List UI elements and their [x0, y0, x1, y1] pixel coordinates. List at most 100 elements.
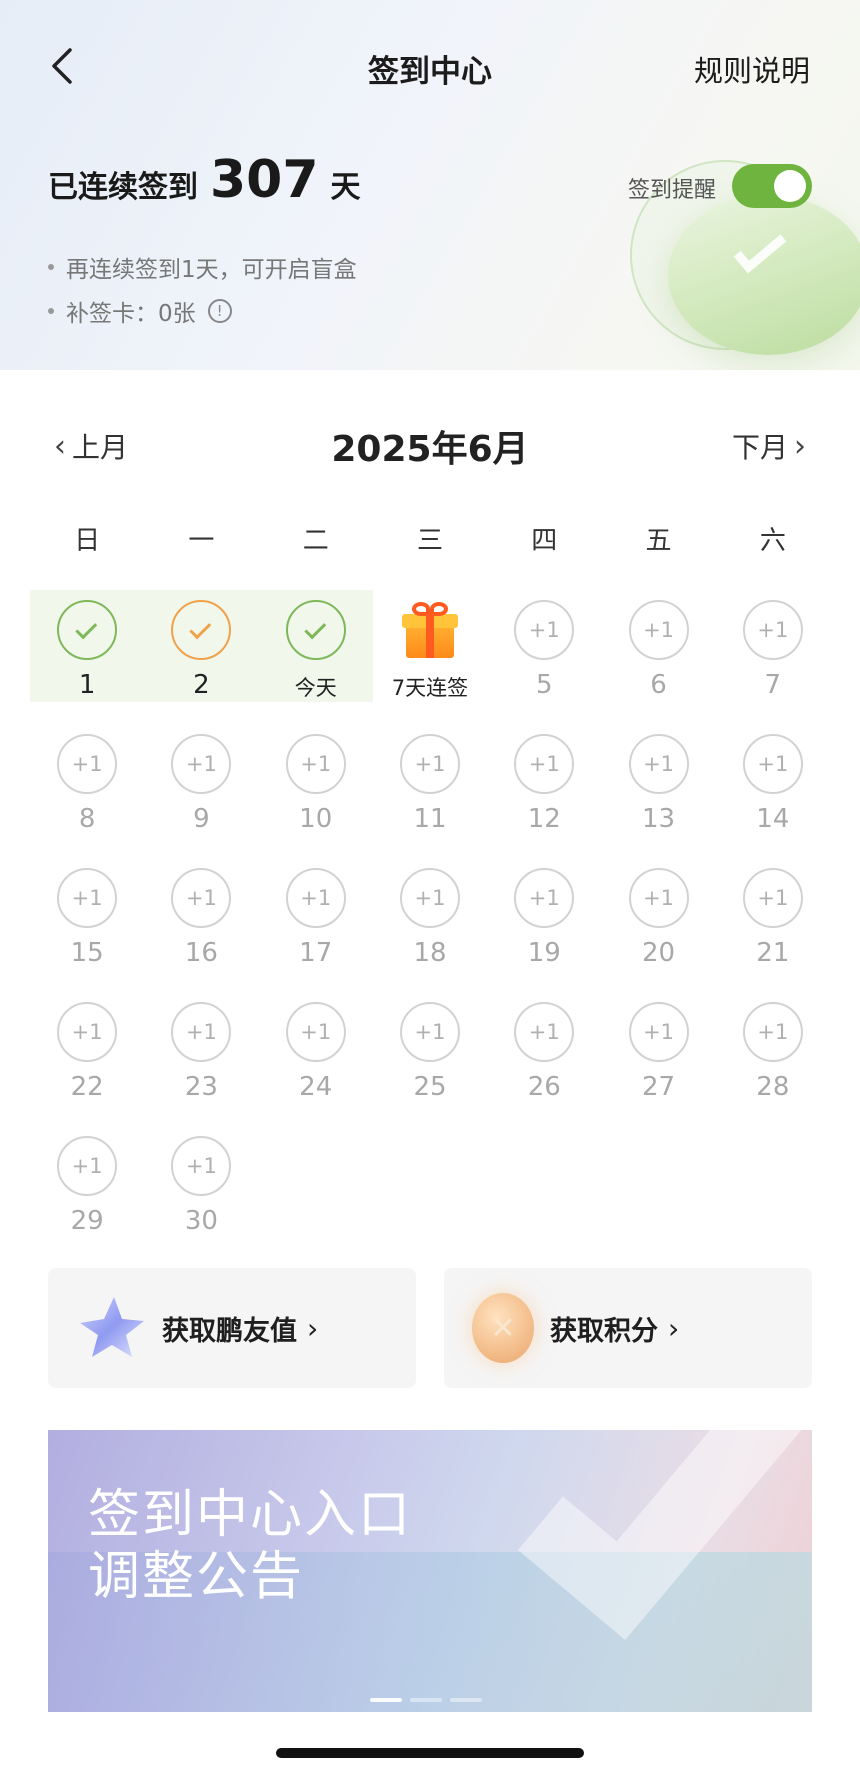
day-cell[interactable]: +1 18 — [373, 858, 487, 970]
bonus-day-label: 7天连签 — [391, 676, 469, 700]
pending-badge: +1 — [514, 1002, 575, 1062]
banner-line-1: 签到中心入口 — [88, 1485, 413, 1545]
day-cell-bonus[interactable]: 7天连签 — [373, 590, 487, 702]
day-number: 5 — [535, 670, 553, 700]
day-number: 2 — [193, 670, 210, 700]
reminder-label: 签到提醒 — [628, 178, 717, 203]
day-cell[interactable]: +1 29 — [30, 1126, 144, 1238]
pending-badge: +1 — [628, 1002, 689, 1062]
day-cell[interactable]: +1 8 — [30, 724, 144, 836]
day-cell[interactable]: +1 27 — [601, 992, 715, 1104]
streak-prefix: 已连续签到 — [48, 170, 198, 205]
next-month-label: 下月 — [731, 431, 788, 464]
rules-link[interactable]: 规则说明 — [694, 48, 810, 90]
check-icon — [75, 616, 98, 639]
day-cell[interactable]: +1 19 — [487, 858, 601, 970]
day-cell[interactable]: +1 26 — [487, 992, 601, 1104]
streak-summary: 已连续签到 307 天 — [48, 150, 361, 210]
pending-badge: +1 — [742, 868, 803, 928]
today-label: 今天 — [294, 676, 337, 700]
pending-badge: +1 — [285, 868, 346, 928]
day-number: 6 — [650, 670, 667, 700]
weekday-label: 三 — [416, 526, 443, 556]
day-cell[interactable]: +1 9 — [144, 724, 258, 836]
day-number: 18 — [413, 938, 447, 968]
day-cell[interactable]: +1 21 — [716, 858, 830, 970]
day-number: 10 — [299, 804, 333, 834]
day-number: 16 — [184, 938, 218, 968]
home-indicator[interactable] — [276, 1748, 584, 1758]
day-cell[interactable]: +1 7 — [716, 590, 830, 702]
day-cell[interactable]: +1 17 — [259, 858, 373, 970]
day-cell[interactable]: +1 11 — [373, 724, 487, 836]
get-points-card[interactable]: ✕ 获取积分 › — [444, 1268, 812, 1388]
pending-badge: +1 — [171, 1002, 232, 1062]
day-number: 25 — [413, 1072, 447, 1102]
pending-badge: +1 — [399, 868, 460, 928]
signed-check-circle — [57, 600, 118, 660]
pending-badge: +1 — [57, 1136, 118, 1196]
pending-badge: +1 — [514, 868, 575, 928]
day-cell[interactable]: +1 6 — [601, 590, 715, 702]
day-cell[interactable]: +1 15 — [30, 858, 144, 970]
pending-badge: +1 — [628, 600, 689, 660]
day-cell[interactable]: +1 10 — [259, 724, 373, 836]
pending-badge: +1 — [742, 1002, 803, 1062]
reminder-toggle[interactable] — [732, 164, 812, 208]
day-cell[interactable]: +1 5 — [487, 590, 601, 702]
day-cell[interactable]: +1 13 — [601, 724, 715, 836]
banner-title: 签到中心入口 调整公告 — [88, 1484, 412, 1608]
day-number: 20 — [642, 938, 676, 968]
day-number: 29 — [70, 1206, 104, 1236]
day-number: 7 — [764, 670, 782, 700]
chevron-right-icon: › — [794, 428, 806, 464]
day-cell[interactable]: +1 12 — [487, 724, 601, 836]
day-cell[interactable]: +1 14 — [716, 724, 830, 836]
decorative-disc — [668, 195, 860, 355]
day-cell[interactable]: +1 22 — [30, 992, 144, 1104]
info-icon[interactable]: ! — [207, 299, 232, 323]
day-number: 21 — [756, 938, 790, 968]
bullet-dot — [48, 264, 54, 270]
day-cell[interactable]: +1 16 — [144, 858, 258, 970]
day-cell[interactable]: +1 24 — [259, 992, 373, 1104]
day-number: 24 — [299, 1072, 333, 1102]
pending-badge: +1 — [399, 1002, 460, 1062]
get-friend-points-card[interactable]: 获取鹏友值 › — [48, 1268, 416, 1388]
day-number: 11 — [413, 804, 447, 834]
info-item: 补签卡：0张 ! — [48, 289, 357, 333]
day-cell[interactable]: +1 25 — [373, 992, 487, 1104]
day-cell[interactable]: +1 30 — [144, 1126, 258, 1238]
day-number: 22 — [70, 1072, 104, 1102]
coin-icon: ✕ — [472, 1293, 534, 1363]
pending-badge: +1 — [57, 1002, 118, 1062]
day-number: 9 — [193, 804, 210, 834]
pending-badge: +1 — [171, 734, 232, 794]
pending-badge: +1 — [171, 1136, 232, 1196]
pending-badge: +1 — [57, 734, 118, 794]
info-text: 再连续签到1天，可开启盲盒 — [66, 257, 357, 283]
day-number: 15 — [70, 938, 104, 968]
signed-check-circle — [171, 600, 232, 660]
day-cell-signed[interactable]: 2 — [144, 590, 259, 702]
streak-info-list: 再连续签到1天，可开启盲盒 补签卡：0张 ! — [48, 245, 357, 333]
next-month-button[interactable]: 下月 › — [732, 426, 806, 466]
calendar-grid: 1 2 今天 7天连签 +1 5 +1 6 +1 7 +1 8 +1 9 +1 10 +1 1… — [30, 590, 830, 1260]
carousel-dot[interactable] — [410, 1698, 442, 1702]
day-cell[interactable]: +1 23 — [144, 992, 258, 1104]
day-number: 17 — [299, 938, 333, 968]
reward-cards: 获取鹏友值 › ✕ 获取积分 › — [48, 1268, 812, 1388]
day-cell-signed[interactable]: 1 — [30, 590, 145, 702]
carousel-dot[interactable] — [450, 1698, 482, 1702]
day-cell[interactable]: +1 20 — [601, 858, 715, 970]
carousel-dot-active[interactable] — [370, 1698, 402, 1702]
pending-badge: +1 — [285, 1002, 346, 1062]
pending-badge: +1 — [399, 734, 460, 794]
announcement-banner[interactable]: 签到中心入口 调整公告 — [48, 1430, 812, 1712]
day-cell[interactable]: +1 28 — [716, 992, 830, 1104]
pending-badge: +1 — [285, 734, 346, 794]
day-cell-today[interactable]: 今天 — [258, 590, 373, 702]
weekday-label: 一 — [188, 526, 215, 556]
weekday-label: 六 — [759, 526, 786, 556]
pending-badge: +1 — [514, 734, 575, 794]
